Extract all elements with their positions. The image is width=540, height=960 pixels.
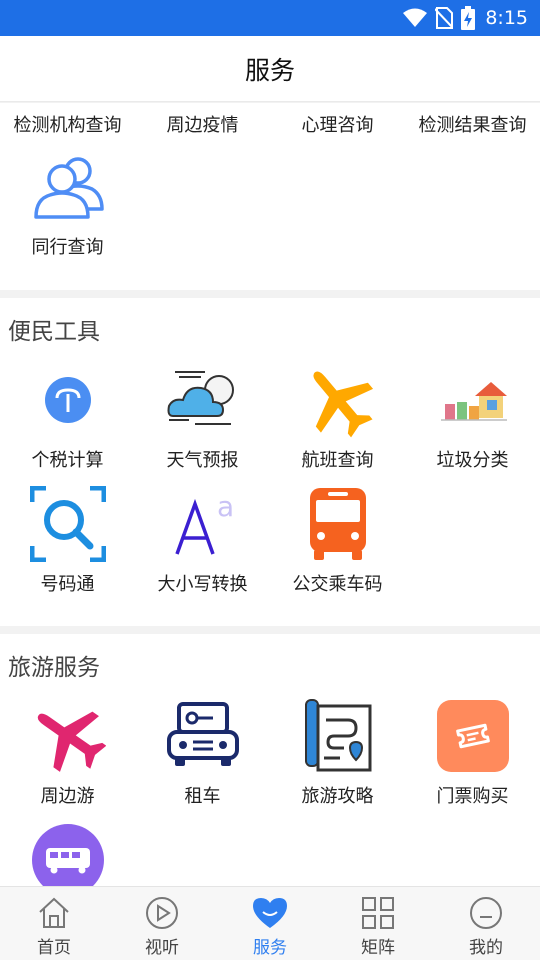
tool-label: 公交乘车码: [292, 574, 383, 595]
tool-label: 天气预报: [166, 450, 239, 471]
home-icon: [37, 895, 71, 931]
tab-label: 矩阵: [361, 938, 395, 958]
tool-label: 航班查询: [301, 450, 374, 471]
tab-services[interactable]: 服务: [216, 887, 324, 960]
play-icon: [145, 895, 179, 931]
page-title: 服务: [244, 55, 295, 85]
ticket-icon: [435, 698, 511, 774]
plane-icon: [30, 698, 106, 774]
link-testing-agency[interactable]: 检测机构查询: [0, 111, 135, 137]
wifi-icon: [403, 8, 428, 28]
travel-bus-service[interactable]: [0, 820, 135, 886]
battery-icon: [461, 6, 476, 30]
tax-icon: [30, 362, 106, 438]
section-title: 旅游服务: [8, 655, 100, 681]
service-fellow-traveler[interactable]: 同行查询: [0, 147, 135, 271]
travel-car-rental[interactable]: 租车: [135, 696, 270, 820]
travel-tickets[interactable]: 门票购买: [405, 696, 540, 820]
tool-label: 周边游: [40, 786, 95, 807]
tab-label: 服务: [253, 938, 287, 958]
tool-label: 租车: [184, 786, 221, 807]
tab-label: 视听: [145, 938, 179, 958]
trash-sort-icon: [435, 362, 511, 438]
title-bar: 服务: [0, 36, 540, 102]
tool-bus-code[interactable]: 公交乘车码: [270, 484, 405, 608]
clock: 8:15: [485, 7, 528, 29]
tab-matrix[interactable]: 矩阵: [324, 887, 432, 960]
travel-nearby-tour[interactable]: 周边游: [0, 696, 135, 820]
link-test-results[interactable]: 检测结果查询: [405, 111, 540, 137]
tool-weather[interactable]: 天气预报: [135, 360, 270, 484]
section-title: 便民工具: [8, 319, 100, 345]
svg-text:a: a: [217, 490, 234, 523]
tool-number-lookup[interactable]: 号码通: [0, 484, 135, 608]
quick-links-row: 检测机构查询 周边疫情 心理咨询 检测结果查询: [0, 103, 540, 145]
tool-trash-sort[interactable]: 垃圾分类: [405, 360, 540, 484]
number-search-icon: [29, 486, 106, 562]
case-convert-icon: a: [165, 486, 241, 562]
tool-tax-calc[interactable]: 个税计算: [0, 360, 135, 484]
tab-mine[interactable]: 我的: [432, 887, 540, 960]
content-area[interactable]: 检测机构查询 周边疫情 心理咨询 检测结果查询 同行查询 便民工具 个税计算 天…: [0, 103, 540, 886]
tab-label: 首页: [37, 938, 71, 958]
link-nearby-epidemic[interactable]: 周边疫情: [135, 111, 270, 137]
bottom-tab-bar: 首页 视听 服务 矩阵 我的: [0, 886, 540, 960]
tab-home[interactable]: 首页: [0, 887, 108, 960]
heart-icon: [251, 895, 289, 931]
epidemic-services-section: 检测机构查询 周边疫情 心理咨询 检测结果查询 同行查询: [0, 103, 540, 290]
travel-services-section: 旅游服务 周边游 租车 旅游攻略 门票购买: [0, 634, 540, 886]
service-label: 同行查询: [31, 237, 104, 258]
weather-icon: [165, 362, 241, 438]
link-psych-consult[interactable]: 心理咨询: [270, 111, 405, 137]
profile-icon: [469, 895, 503, 931]
tool-label: 垃圾分类: [436, 450, 509, 471]
no-sim-icon: [435, 7, 454, 29]
tab-media[interactable]: 视听: [108, 887, 216, 960]
tool-label: 大小写转换: [157, 574, 248, 595]
tool-label: 号码通: [40, 574, 95, 595]
status-bar: 8:15: [0, 0, 540, 36]
bus-icon: [300, 486, 376, 562]
tool-label: 门票购买: [436, 786, 509, 807]
travel-guide[interactable]: 旅游攻略: [270, 696, 405, 820]
tool-label: 个税计算: [31, 450, 104, 471]
convenience-tools-section: 便民工具 个税计算 天气预报 航班查询 垃圾分类 号码通 a 大小写转换 公交乘…: [0, 298, 540, 626]
tab-label: 我的: [469, 938, 503, 958]
people-icon: [30, 149, 106, 225]
map-guide-icon: [300, 698, 376, 774]
bus-badge-icon: [30, 822, 106, 886]
tool-label: 旅游攻略: [301, 786, 374, 807]
car-icon: [165, 698, 241, 774]
tool-flight[interactable]: 航班查询: [270, 360, 405, 484]
flight-icon: [300, 362, 376, 438]
grid-icon: [361, 895, 395, 931]
tool-case-convert[interactable]: a 大小写转换: [135, 484, 270, 608]
